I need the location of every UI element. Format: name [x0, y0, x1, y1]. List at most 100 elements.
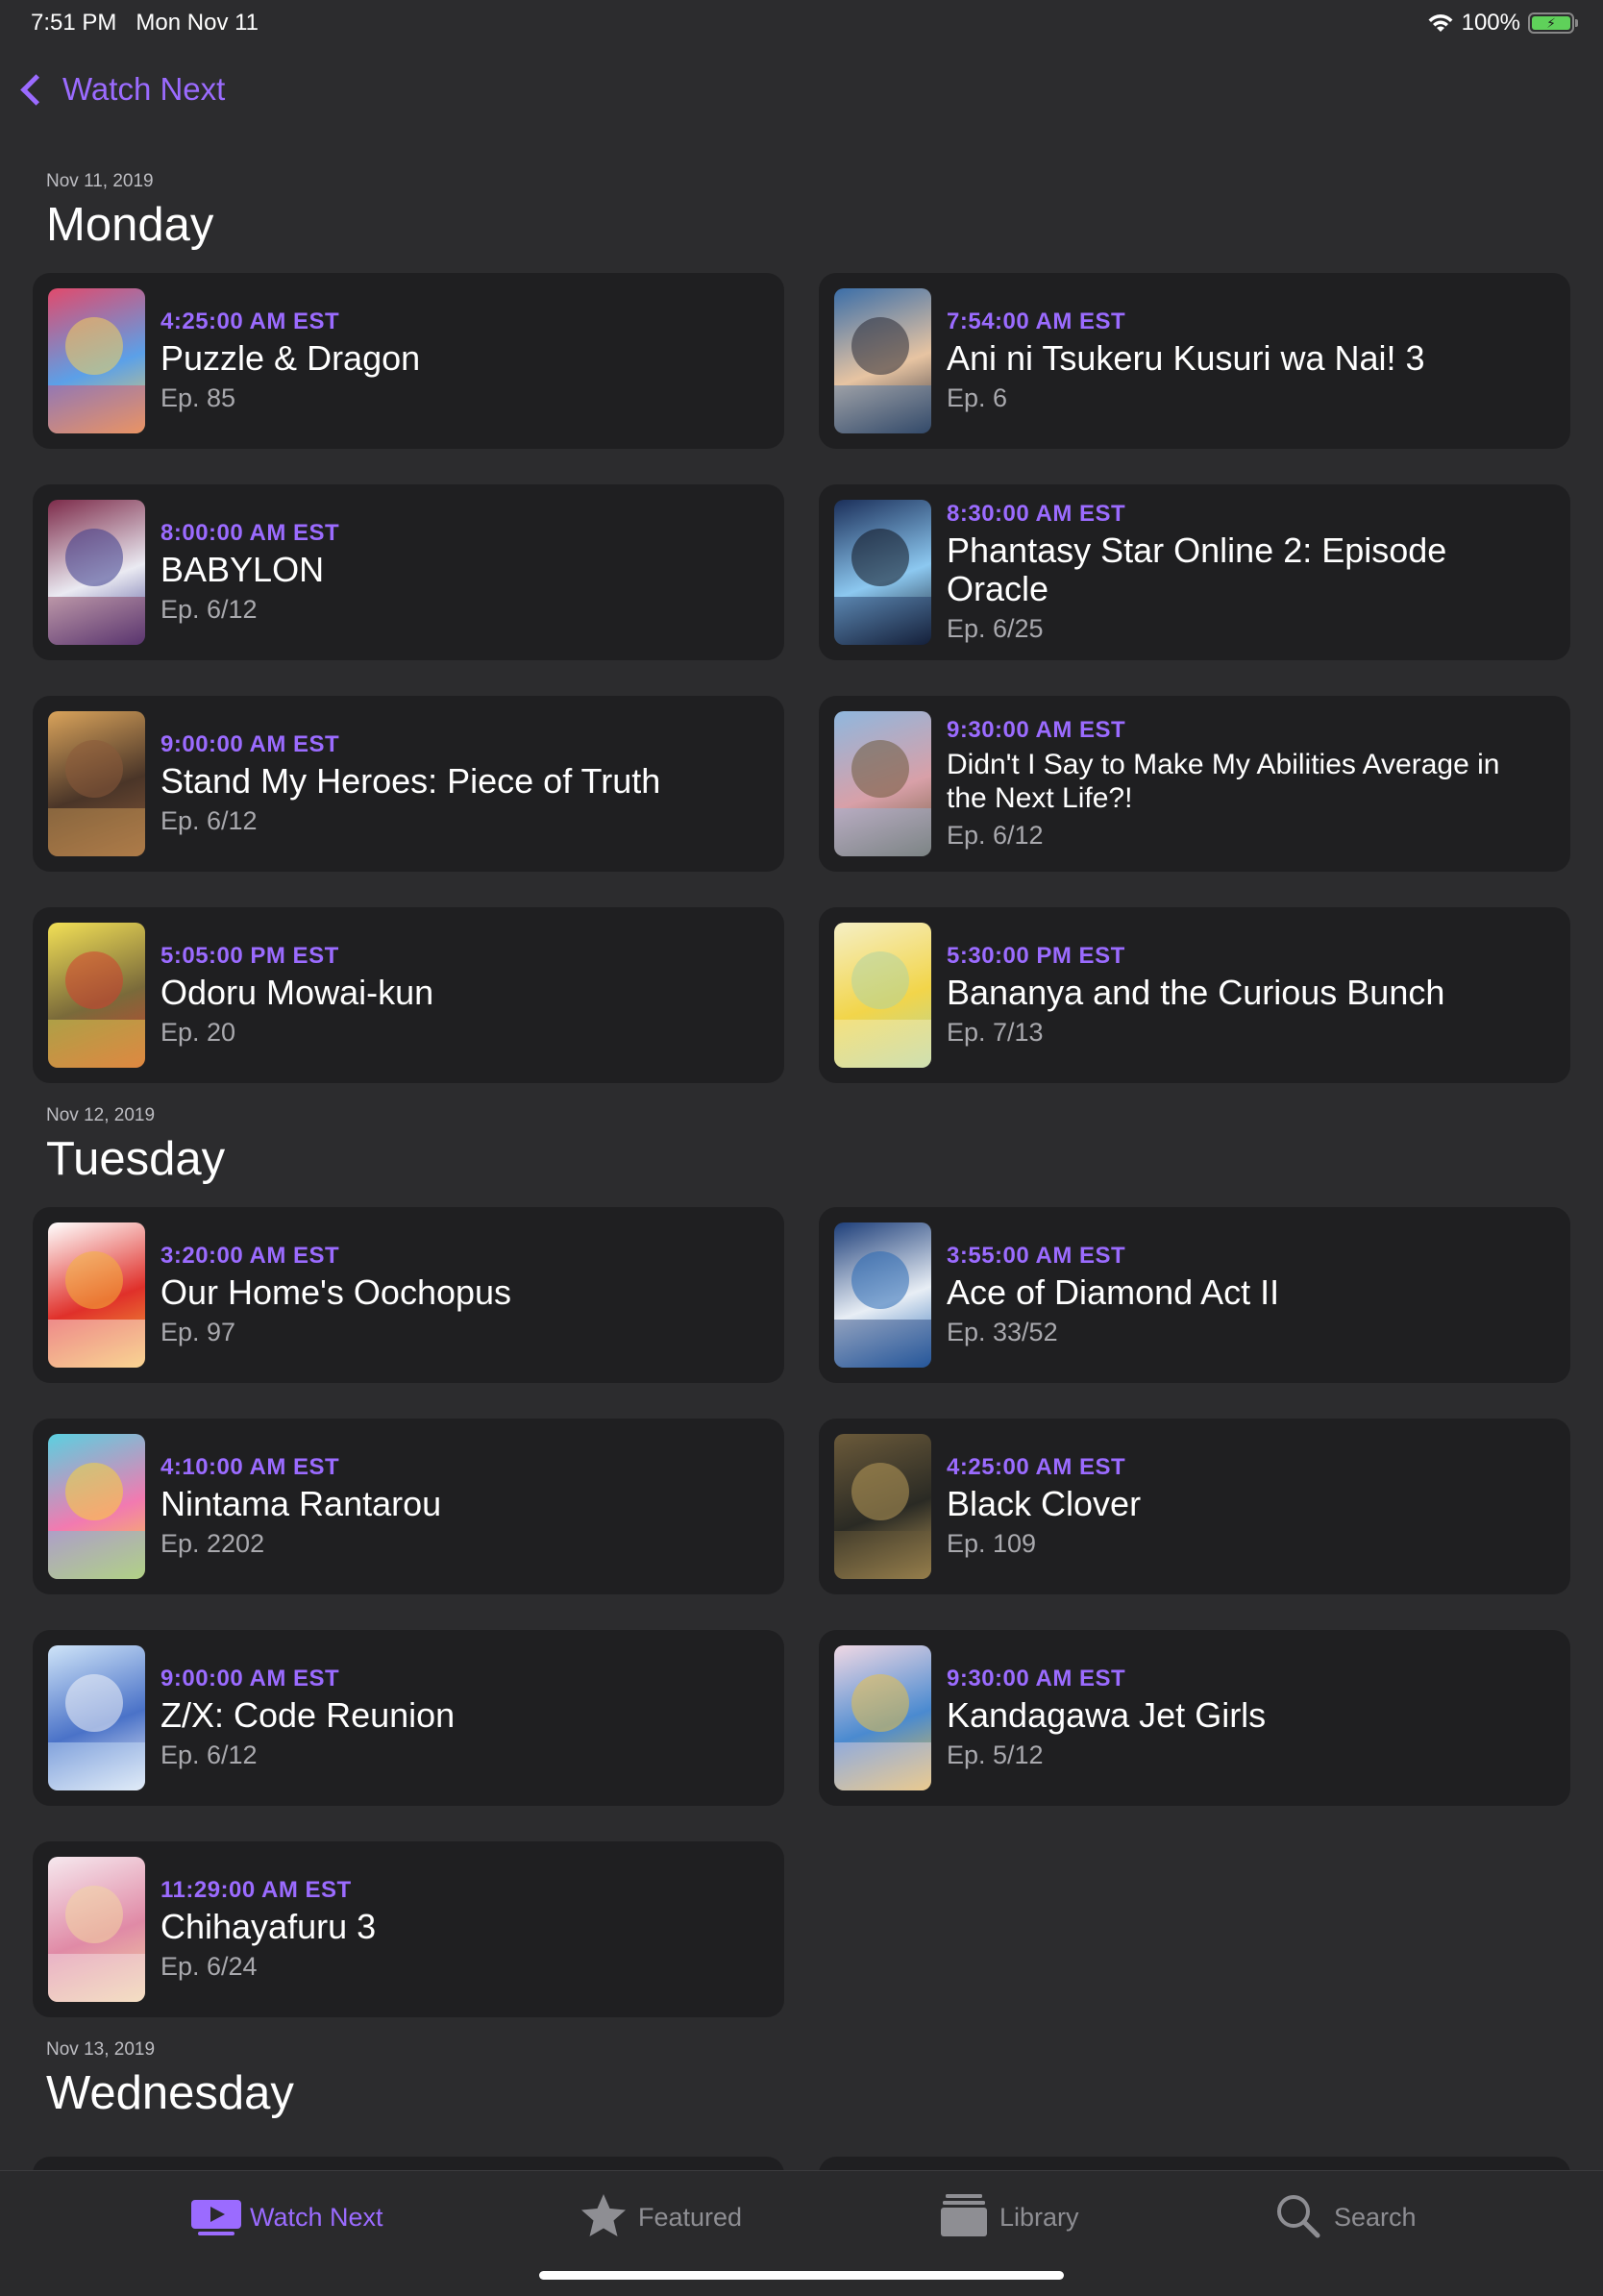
schedule-card[interactable]: 4:25:00 AM EST Puzzle & Dragon Ep. 85	[33, 273, 784, 449]
day-date: Nov 11, 2019	[46, 171, 154, 191]
air-time: 4:10:00 AM EST	[160, 1453, 340, 1480]
day-header-wednesday: Nov 13, 2019 Wednesday	[46, 2039, 294, 2120]
poster-image	[834, 1645, 931, 1790]
show-title: Ani ni Tsukeru Kusuri wa Nai! 3	[947, 337, 1425, 378]
air-time: 11:29:00 AM EST	[160, 1876, 352, 1903]
schedule-card[interactable]: 8:30:00 AM EST Phantasy Star Online 2: Ep…	[819, 484, 1570, 660]
card-text: 3:20:00 AM EST Our Home's Oochopus Ep. 97	[160, 1207, 755, 1383]
card-text: 11:29:00 AM EST Chihayafuru 3 Ep. 6/24	[160, 1841, 755, 2017]
air-time: 4:25:00 AM EST	[160, 308, 340, 334]
episode-label: Ep. 6/12	[160, 595, 258, 625]
tab-library[interactable]: Library	[940, 2194, 1079, 2236]
show-title: Kandagawa Jet Girls	[947, 1694, 1267, 1735]
tab-label: Search	[1334, 2202, 1417, 2232]
day-name: Tuesday	[46, 1133, 226, 1185]
status-bar: 7:51 PM Mon Nov 11 100% ⚡	[0, 0, 1603, 44]
poster-image	[834, 288, 931, 433]
card-text: 9:00:00 AM EST Stand My Heroes: Piece of …	[160, 696, 755, 872]
air-time: 8:00:00 AM EST	[160, 519, 340, 546]
card-text: 4:10:00 AM EST Nintama Rantarou Ep. 2202	[160, 1419, 755, 1594]
status-date: Mon Nov 11	[136, 10, 259, 36]
schedule-card[interactable]: 3:55:00 AM EST Ace of Diamond Act II Ep. 3…	[819, 1207, 1570, 1383]
show-title: BABYLON	[160, 549, 325, 589]
air-time: 5:05:00 PM EST	[160, 942, 339, 969]
poster-image	[48, 500, 145, 645]
episode-label: Ep. 2202	[160, 1529, 265, 1559]
tab-watch-next[interactable]: Watch Next	[190, 2198, 383, 2236]
air-time: 9:00:00 AM EST	[160, 730, 340, 757]
poster-image	[48, 711, 145, 856]
air-time: 8:30:00 AM EST	[947, 500, 1126, 527]
card-text: 5:30:00 PM EST Bananya and the Curious Bu…	[947, 907, 1541, 1083]
show-title: Bananya and the Curious Bunch	[947, 972, 1445, 1012]
poster-image	[48, 923, 145, 1068]
air-time: 9:00:00 AM EST	[160, 1665, 340, 1691]
show-title: Odoru Mowai-kun	[160, 972, 434, 1012]
schedule-card[interactable]: 7:54:00 AM EST Ani ni Tsukeru Kusuri wa N…	[819, 273, 1570, 449]
day-date: Nov 12, 2019	[46, 1105, 156, 1125]
card-text: 3:55:00 AM EST Ace of Diamond Act II Ep. 3…	[947, 1207, 1541, 1383]
schedule-card[interactable]: 9:30:00 AM EST Kandagawa Jet Girls Ep. 5/1…	[819, 1630, 1570, 1806]
air-time: 3:55:00 AM EST	[947, 1242, 1126, 1269]
day-name: Monday	[46, 199, 214, 251]
episode-label: Ep. 6	[947, 383, 1008, 413]
back-label: Watch Next	[62, 71, 226, 107]
chevron-left-icon	[20, 73, 52, 106]
episode-label: Ep. 6/12	[160, 1741, 258, 1770]
schedule-card[interactable]: 5:05:00 PM EST Odoru Mowai-kun Ep. 20	[33, 907, 784, 1083]
episode-label: Ep. 6/12	[160, 806, 258, 836]
schedule-card[interactable]: 9:00:00 AM EST Z/X: Code Reunion Ep. 6/12	[33, 1630, 784, 1806]
tab-search[interactable]: Search	[1274, 2195, 1417, 2238]
tab-label: Watch Next	[250, 2202, 383, 2232]
episode-label: Ep. 5/12	[947, 1741, 1044, 1770]
air-time: 4:25:00 AM EST	[947, 1453, 1126, 1480]
wifi-icon	[1428, 14, 1453, 32]
schedule-card[interactable]: 4:25:00 AM EST Black Clover Ep. 109	[819, 1419, 1570, 1594]
air-time: 7:54:00 AM EST	[947, 308, 1126, 334]
day-header-monday: Nov 11, 2019 Monday	[46, 171, 213, 252]
schedule-card[interactable]: 9:30:00 AM EST Didn't I Say to Make My Ab…	[819, 696, 1570, 872]
card-text: 8:00:00 AM EST BABYLON Ep. 6/12	[160, 484, 755, 660]
status-time: 7:51 PM Mon Nov 11	[31, 10, 259, 37]
card-text: 4:25:00 AM EST Puzzle & Dragon Ep. 85	[160, 273, 755, 449]
poster-image	[48, 288, 145, 433]
schedule-card[interactable]: 3:20:00 AM EST Our Home's Oochopus Ep. 97	[33, 1207, 784, 1383]
tab-featured[interactable]: Featured	[579, 2194, 743, 2236]
episode-label: Ep. 6/12	[947, 821, 1044, 851]
battery-percent: 100%	[1461, 10, 1520, 36]
schedule-card[interactable]: 5:30:00 PM EST Bananya and the Curious Bu…	[819, 907, 1570, 1083]
air-time: 9:30:00 AM EST	[947, 716, 1126, 743]
poster-image	[834, 1222, 931, 1368]
schedule-card[interactable]: 8:00:00 AM EST BABYLON Ep. 6/12	[33, 484, 784, 660]
poster-image	[48, 1434, 145, 1579]
clock: 7:51 PM	[31, 10, 117, 36]
show-title: Z/X: Code Reunion	[160, 1694, 456, 1735]
episode-label: Ep. 33/52	[947, 1318, 1058, 1347]
schedule-card[interactable]: 4:10:00 AM EST Nintama Rantarou Ep. 2202	[33, 1419, 784, 1594]
air-time: 3:20:00 AM EST	[160, 1242, 340, 1269]
card-text: 8:30:00 AM EST Phantasy Star Online 2: Ep…	[947, 484, 1541, 660]
show-title: Puzzle & Dragon	[160, 337, 421, 378]
card-text: 9:30:00 AM EST Kandagawa Jet Girls Ep. 5/1…	[947, 1630, 1541, 1806]
schedule-card[interactable]: 11:29:00 AM EST Chihayafuru 3 Ep. 6/24	[33, 1841, 784, 2017]
back-button[interactable]: Watch Next	[20, 71, 226, 108]
play-tv-icon	[190, 2198, 241, 2236]
poster-image	[834, 923, 931, 1068]
show-title: Black Clover	[947, 1483, 1142, 1523]
poster-image	[834, 500, 931, 645]
card-text: 9:00:00 AM EST Z/X: Code Reunion Ep. 6/12	[160, 1630, 755, 1806]
day-date: Nov 13, 2019	[46, 2039, 156, 2060]
show-title: Nintama Rantarou	[160, 1483, 442, 1523]
episode-label: Ep. 7/13	[947, 1018, 1044, 1048]
episode-label: Ep. 97	[160, 1318, 236, 1347]
episode-label: Ep. 6/25	[947, 614, 1044, 644]
poster-image	[834, 711, 931, 856]
show-title: Phantasy Star Online 2: Episode Oracle	[947, 530, 1447, 608]
tab-label: Featured	[638, 2202, 743, 2232]
show-title: Didn't I Say to Make My Abilities Averag…	[947, 748, 1500, 814]
poster-image	[48, 1645, 145, 1790]
episode-label: Ep. 85	[160, 383, 236, 413]
schedule-card[interactable]: 9:00:00 AM EST Stand My Heroes: Piece of …	[33, 696, 784, 872]
poster-image	[48, 1857, 145, 2002]
show-title: Chihayafuru 3	[160, 1906, 377, 1946]
